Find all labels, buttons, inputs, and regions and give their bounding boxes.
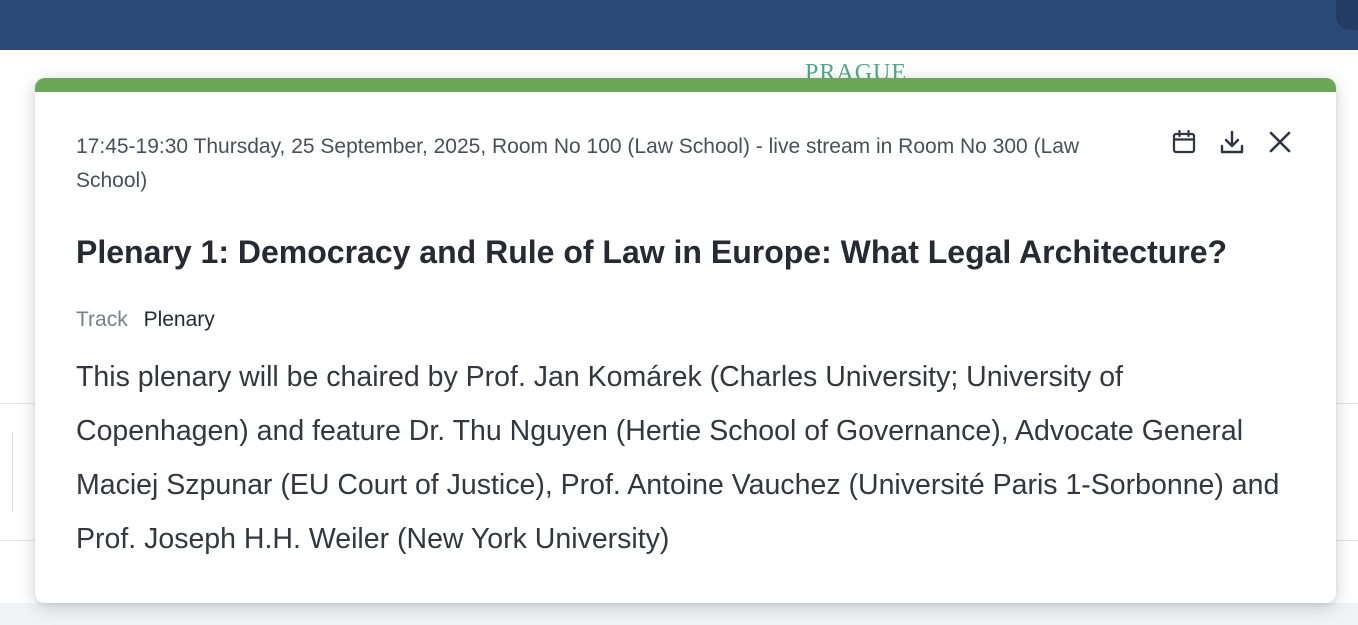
- background-panel-edge: [12, 432, 13, 512]
- conference-logo-text: PRAGUE: [805, 60, 908, 80]
- download-icon: [1220, 130, 1244, 154]
- download-button[interactable]: [1218, 128, 1246, 156]
- top-navigation-bar: [0, 0, 1358, 50]
- modal-accent-bar: [35, 78, 1336, 92]
- topbar-corner: [1336, 0, 1358, 30]
- conference-logo: PRAGUE: [805, 56, 965, 80]
- session-time-location: 17:45-19:30 Thursday, 25 September, 2025…: [76, 135, 1080, 192]
- session-track: Track Plenary: [76, 304, 215, 336]
- add-to-calendar-button[interactable]: [1170, 128, 1198, 156]
- track-label: Track: [76, 308, 128, 331]
- close-button[interactable]: [1266, 128, 1294, 156]
- session-title: Plenary 1: Democracy and Rule of Law in …: [76, 234, 1228, 270]
- modal-actions: [1170, 128, 1294, 156]
- track-value: Plenary: [143, 308, 215, 331]
- background-bottom-strip: [0, 603, 1358, 625]
- session-description: This plenary will be chaired by Prof. Ja…: [76, 361, 1280, 555]
- session-detail-modal: 17:45-19:30 Thursday, 25 September, 2025…: [35, 78, 1336, 603]
- calendar-icon: [1172, 129, 1196, 154]
- close-icon: [1269, 131, 1291, 153]
